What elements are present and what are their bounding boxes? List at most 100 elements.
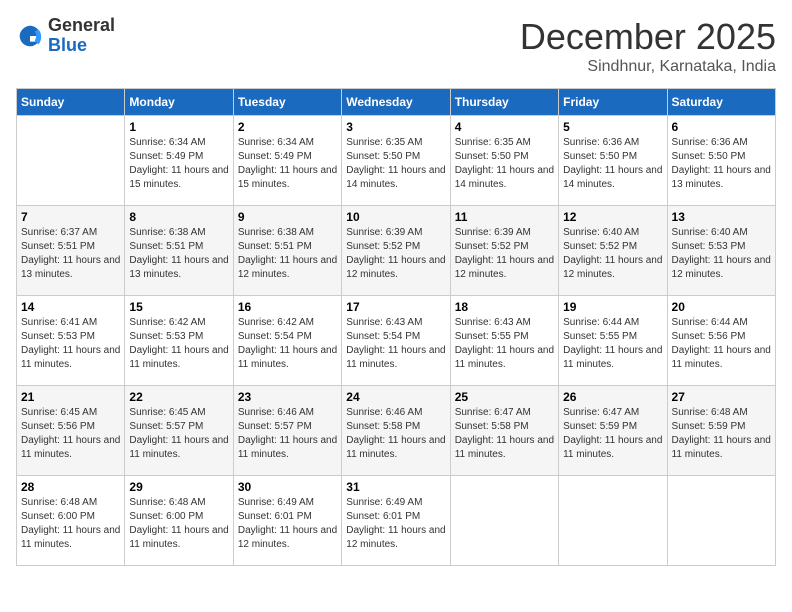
day-cell: 14 Sunrise: 6:41 AM Sunset: 5:53 PM Dayl…: [17, 296, 125, 386]
weekday-header-wednesday: Wednesday: [342, 89, 450, 116]
day-number: 2: [238, 120, 337, 134]
day-info: Sunrise: 6:47 AM Sunset: 5:59 PM Dayligh…: [563, 406, 662, 462]
day-number: 18: [455, 300, 554, 314]
day-info: Sunrise: 6:39 AM Sunset: 5:52 PM Dayligh…: [346, 226, 445, 282]
day-cell: 27 Sunrise: 6:48 AM Sunset: 5:59 PM Dayl…: [667, 386, 775, 476]
day-info: Sunrise: 6:48 AM Sunset: 6:00 PM Dayligh…: [129, 496, 228, 552]
day-number: 20: [672, 300, 771, 314]
day-number: 31: [346, 480, 445, 494]
day-number: 7: [21, 210, 120, 224]
day-cell: 13 Sunrise: 6:40 AM Sunset: 5:53 PM Dayl…: [667, 206, 775, 296]
day-number: 4: [455, 120, 554, 134]
week-row-3: 14 Sunrise: 6:41 AM Sunset: 5:53 PM Dayl…: [17, 296, 776, 386]
day-cell: 4 Sunrise: 6:35 AM Sunset: 5:50 PM Dayli…: [450, 116, 558, 206]
day-number: 9: [238, 210, 337, 224]
day-cell: 25 Sunrise: 6:47 AM Sunset: 5:58 PM Dayl…: [450, 386, 558, 476]
day-info: Sunrise: 6:40 AM Sunset: 5:53 PM Dayligh…: [672, 226, 771, 282]
day-info: Sunrise: 6:35 AM Sunset: 5:50 PM Dayligh…: [455, 136, 554, 192]
day-number: 5: [563, 120, 662, 134]
day-info: Sunrise: 6:42 AM Sunset: 5:53 PM Dayligh…: [129, 316, 228, 372]
weekday-header-row: SundayMondayTuesdayWednesdayThursdayFrid…: [17, 89, 776, 116]
day-cell: [559, 476, 667, 566]
location-title: Sindhnur, Karnataka, India: [520, 58, 776, 76]
day-info: Sunrise: 6:48 AM Sunset: 5:59 PM Dayligh…: [672, 406, 771, 462]
day-number: 1: [129, 120, 228, 134]
day-cell: 17 Sunrise: 6:43 AM Sunset: 5:54 PM Dayl…: [342, 296, 450, 386]
title-block: December 2025 Sindhnur, Karnataka, India: [520, 16, 776, 76]
day-number: 11: [455, 210, 554, 224]
day-number: 3: [346, 120, 445, 134]
day-number: 25: [455, 390, 554, 404]
weekday-header-monday: Monday: [125, 89, 233, 116]
day-cell: 26 Sunrise: 6:47 AM Sunset: 5:59 PM Dayl…: [559, 386, 667, 476]
week-row-4: 21 Sunrise: 6:45 AM Sunset: 5:56 PM Dayl…: [17, 386, 776, 476]
day-cell: 6 Sunrise: 6:36 AM Sunset: 5:50 PM Dayli…: [667, 116, 775, 206]
day-info: Sunrise: 6:41 AM Sunset: 5:53 PM Dayligh…: [21, 316, 120, 372]
day-info: Sunrise: 6:35 AM Sunset: 5:50 PM Dayligh…: [346, 136, 445, 192]
day-info: Sunrise: 6:47 AM Sunset: 5:58 PM Dayligh…: [455, 406, 554, 462]
day-cell: 1 Sunrise: 6:34 AM Sunset: 5:49 PM Dayli…: [125, 116, 233, 206]
day-info: Sunrise: 6:34 AM Sunset: 5:49 PM Dayligh…: [238, 136, 337, 192]
day-cell: 19 Sunrise: 6:44 AM Sunset: 5:55 PM Dayl…: [559, 296, 667, 386]
day-number: 30: [238, 480, 337, 494]
day-cell: 5 Sunrise: 6:36 AM Sunset: 5:50 PM Dayli…: [559, 116, 667, 206]
day-number: 19: [563, 300, 662, 314]
day-cell: [450, 476, 558, 566]
day-number: 26: [563, 390, 662, 404]
day-info: Sunrise: 6:38 AM Sunset: 5:51 PM Dayligh…: [129, 226, 228, 282]
day-number: 21: [21, 390, 120, 404]
day-info: Sunrise: 6:44 AM Sunset: 5:55 PM Dayligh…: [563, 316, 662, 372]
week-row-5: 28 Sunrise: 6:48 AM Sunset: 6:00 PM Dayl…: [17, 476, 776, 566]
week-row-1: 1 Sunrise: 6:34 AM Sunset: 5:49 PM Dayli…: [17, 116, 776, 206]
day-cell: 7 Sunrise: 6:37 AM Sunset: 5:51 PM Dayli…: [17, 206, 125, 296]
day-cell: 31 Sunrise: 6:49 AM Sunset: 6:01 PM Dayl…: [342, 476, 450, 566]
day-info: Sunrise: 6:45 AM Sunset: 5:56 PM Dayligh…: [21, 406, 120, 462]
day-cell: 20 Sunrise: 6:44 AM Sunset: 5:56 PM Dayl…: [667, 296, 775, 386]
day-cell: 21 Sunrise: 6:45 AM Sunset: 5:56 PM Dayl…: [17, 386, 125, 476]
weekday-header-tuesday: Tuesday: [233, 89, 341, 116]
day-cell: 3 Sunrise: 6:35 AM Sunset: 5:50 PM Dayli…: [342, 116, 450, 206]
day-number: 27: [672, 390, 771, 404]
day-cell: 2 Sunrise: 6:34 AM Sunset: 5:49 PM Dayli…: [233, 116, 341, 206]
day-info: Sunrise: 6:36 AM Sunset: 5:50 PM Dayligh…: [563, 136, 662, 192]
day-number: 17: [346, 300, 445, 314]
day-cell: 9 Sunrise: 6:38 AM Sunset: 5:51 PM Dayli…: [233, 206, 341, 296]
day-cell: [667, 476, 775, 566]
day-cell: 23 Sunrise: 6:46 AM Sunset: 5:57 PM Dayl…: [233, 386, 341, 476]
day-number: 8: [129, 210, 228, 224]
logo: General Blue: [16, 16, 115, 56]
day-number: 28: [21, 480, 120, 494]
day-number: 10: [346, 210, 445, 224]
day-cell: 29 Sunrise: 6:48 AM Sunset: 6:00 PM Dayl…: [125, 476, 233, 566]
day-cell: 28 Sunrise: 6:48 AM Sunset: 6:00 PM Dayl…: [17, 476, 125, 566]
logo-icon: [16, 22, 44, 50]
weekday-header-thursday: Thursday: [450, 89, 558, 116]
day-info: Sunrise: 6:45 AM Sunset: 5:57 PM Dayligh…: [129, 406, 228, 462]
day-number: 15: [129, 300, 228, 314]
day-info: Sunrise: 6:44 AM Sunset: 5:56 PM Dayligh…: [672, 316, 771, 372]
day-info: Sunrise: 6:48 AM Sunset: 6:00 PM Dayligh…: [21, 496, 120, 552]
day-info: Sunrise: 6:49 AM Sunset: 6:01 PM Dayligh…: [238, 496, 337, 552]
day-info: Sunrise: 6:46 AM Sunset: 5:58 PM Dayligh…: [346, 406, 445, 462]
weekday-header-saturday: Saturday: [667, 89, 775, 116]
day-number: 6: [672, 120, 771, 134]
day-number: 16: [238, 300, 337, 314]
day-number: 24: [346, 390, 445, 404]
day-number: 13: [672, 210, 771, 224]
day-info: Sunrise: 6:49 AM Sunset: 6:01 PM Dayligh…: [346, 496, 445, 552]
day-number: 14: [21, 300, 120, 314]
day-number: 29: [129, 480, 228, 494]
day-cell: 12 Sunrise: 6:40 AM Sunset: 5:52 PM Dayl…: [559, 206, 667, 296]
weekday-header-sunday: Sunday: [17, 89, 125, 116]
day-info: Sunrise: 6:40 AM Sunset: 5:52 PM Dayligh…: [563, 226, 662, 282]
day-info: Sunrise: 6:36 AM Sunset: 5:50 PM Dayligh…: [672, 136, 771, 192]
day-cell: 30 Sunrise: 6:49 AM Sunset: 6:01 PM Dayl…: [233, 476, 341, 566]
day-info: Sunrise: 6:38 AM Sunset: 5:51 PM Dayligh…: [238, 226, 337, 282]
calendar-table: SundayMondayTuesdayWednesdayThursdayFrid…: [16, 88, 776, 566]
month-title: December 2025: [520, 16, 776, 58]
day-info: Sunrise: 6:37 AM Sunset: 5:51 PM Dayligh…: [21, 226, 120, 282]
day-cell: 10 Sunrise: 6:39 AM Sunset: 5:52 PM Dayl…: [342, 206, 450, 296]
day-cell: 18 Sunrise: 6:43 AM Sunset: 5:55 PM Dayl…: [450, 296, 558, 386]
day-number: 23: [238, 390, 337, 404]
day-cell: 24 Sunrise: 6:46 AM Sunset: 5:58 PM Dayl…: [342, 386, 450, 476]
